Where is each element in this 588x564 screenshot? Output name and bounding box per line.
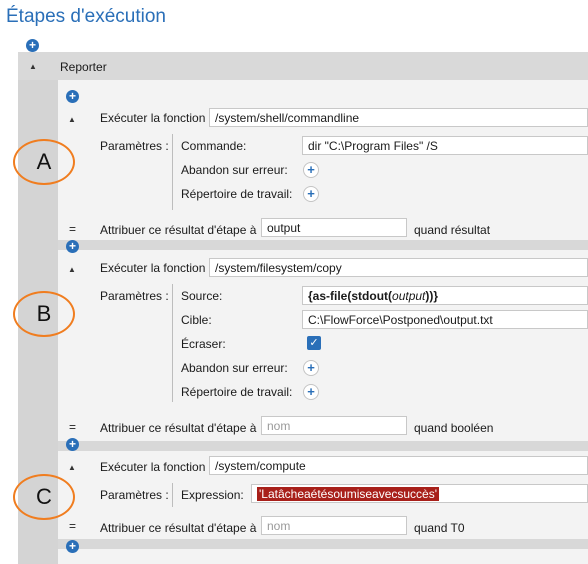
expr-function: as-file <box>312 289 348 303</box>
step-separator <box>58 441 588 451</box>
assign-output-field[interactable]: output <box>261 218 407 237</box>
add-step-icon[interactable]: + <box>66 240 79 253</box>
collapse-icon[interactable]: ▲ <box>68 265 76 274</box>
abandon-label: Abandon sur erreur: <box>181 361 288 375</box>
step-separator <box>58 240 588 250</box>
assign-equals: = <box>69 420 77 434</box>
expression-value: 'Latâcheaétésoumiseavecsuccès' <box>257 487 440 501</box>
exec-function-label: Exécuter la fonction <box>100 460 206 474</box>
annotation-circle-b: B <box>13 291 75 337</box>
commande-label: Commande: <box>181 139 247 153</box>
assign-equals: = <box>69 519 77 533</box>
source-label: Source: <box>181 289 223 303</box>
function-path-field[interactable]: /system/compute <box>209 456 588 475</box>
assign-label: Attribuer ce résultat d'étape à <box>100 421 257 435</box>
expression-label: Expression: <box>181 488 244 502</box>
repertoire-label: Répertoire de travail: <box>181 385 293 399</box>
assign-name-field[interactable]: nom <box>261 416 407 435</box>
exec-function-label: Exécuter la fonction <box>100 111 206 125</box>
cible-field[interactable]: C:\FlowForce\Postponed\output.txt <box>302 310 588 329</box>
assign-label: Attribuer ce résultat d'étape à <box>100 223 257 237</box>
collapse-icon[interactable]: ▲ <box>68 463 76 472</box>
repertoire-label: Répertoire de travail: <box>181 187 293 201</box>
page-title: Étapes d'exécution <box>6 6 166 27</box>
assign-suffix: quand T0 <box>414 521 465 535</box>
cible-label: Cible: <box>181 313 212 327</box>
function-path-field[interactable]: /system/shell/commandline <box>209 108 588 127</box>
params-divider <box>172 483 173 507</box>
add-step-icon[interactable]: + <box>66 90 79 103</box>
assign-label: Attribuer ce résultat d'étape à <box>100 521 257 535</box>
add-repertoire-icon[interactable]: + <box>303 384 319 400</box>
collapse-icon[interactable]: ▲ <box>29 62 37 71</box>
commande-field[interactable]: dir "C:\Program Files" /S <box>302 136 588 155</box>
assign-suffix: quand booléen <box>414 421 494 435</box>
expression-field[interactable]: 'Latâcheaétésoumiseavecsuccès' <box>251 484 588 503</box>
params-divider <box>172 284 173 402</box>
params-label: Paramètres : <box>100 139 169 153</box>
annotation-circle-c: C <box>13 474 75 520</box>
assign-equals: = <box>69 222 77 236</box>
expr-argument: output <box>392 289 426 303</box>
ecraser-label: Écraser: <box>181 337 226 351</box>
add-step-icon[interactable]: + <box>26 39 39 52</box>
ecraser-checkbox[interactable]: ✓ <box>307 336 321 350</box>
add-abandon-icon[interactable]: + <box>303 162 319 178</box>
expr-function: stdout <box>351 289 389 303</box>
step-separator <box>58 539 588 549</box>
annotation-circle-a: A <box>13 139 75 185</box>
add-step-icon[interactable]: + <box>66 540 79 553</box>
params-label: Paramètres : <box>100 289 169 303</box>
params-divider <box>172 134 173 210</box>
params-label: Paramètres : <box>100 488 169 502</box>
source-expression-field[interactable]: {as-file(stdout(output))} <box>302 286 588 305</box>
assign-suffix: quand résultat <box>414 223 491 237</box>
add-step-icon[interactable]: + <box>66 438 79 451</box>
exec-function-label: Exécuter la fonction <box>100 261 206 275</box>
function-path-field[interactable]: /system/filesystem/copy <box>209 258 588 277</box>
add-repertoire-icon[interactable]: + <box>303 186 319 202</box>
add-abandon-icon[interactable]: + <box>303 360 319 376</box>
abandon-label: Abandon sur erreur: <box>181 163 288 177</box>
expr-close: ))} <box>425 289 439 303</box>
assign-name-field[interactable]: nom <box>261 516 407 535</box>
reporter-label: Reporter <box>60 60 107 74</box>
collapse-icon[interactable]: ▲ <box>68 115 76 124</box>
